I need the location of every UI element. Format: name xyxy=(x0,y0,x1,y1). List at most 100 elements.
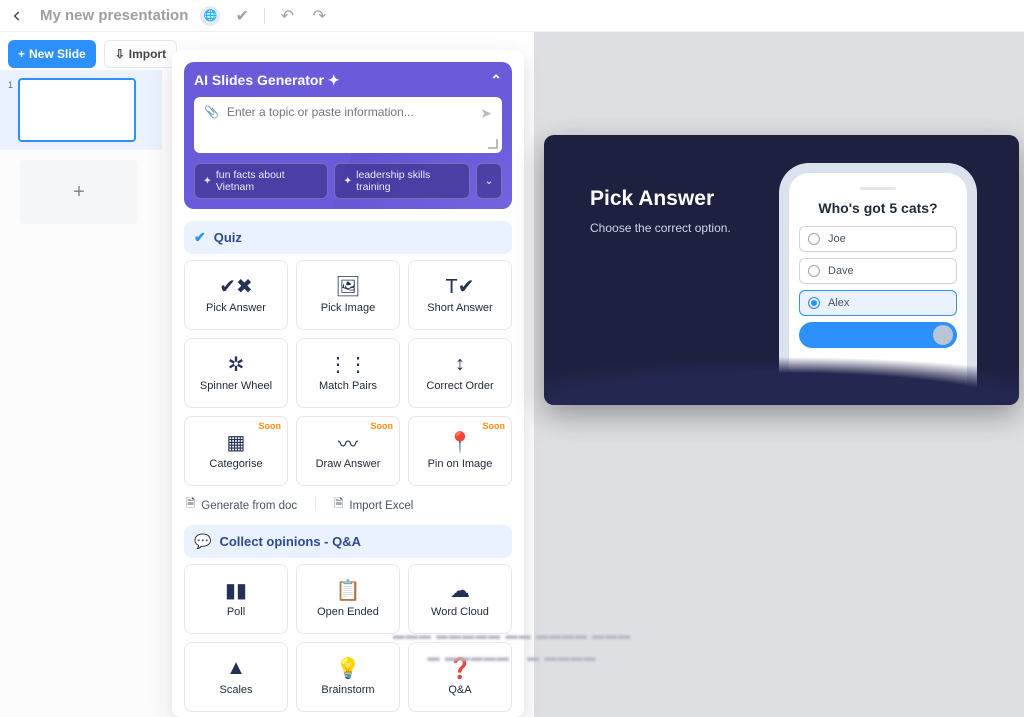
preview-subtitle: Choose the correct option. xyxy=(590,221,731,235)
type-label: Short Answer xyxy=(427,302,492,314)
ai-textbox[interactable]: 📎 ➤ xyxy=(194,97,502,153)
slide-toolbar: + New Slide ⇩ Import xyxy=(8,40,177,68)
plus-icon: + xyxy=(18,47,25,61)
option-joe[interactable]: Joe xyxy=(799,226,957,252)
slide-type-match-pairs[interactable]: ⋮⋮Match Pairs xyxy=(296,338,400,408)
type-icon: ▲ xyxy=(226,658,246,678)
topbar: My new presentation 🌐 ✔ ↶ ↷ xyxy=(0,0,1024,32)
ai-suggestion-chips: ✦fun facts about Vietnam ✦leadership ski… xyxy=(194,163,502,199)
section-label: Collect opinions - Q&A xyxy=(219,534,361,549)
type-label: Spinner Wheel xyxy=(200,380,272,392)
slide-type-spinner-wheel[interactable]: ✲ Spinner Wheel xyxy=(184,338,288,408)
slide-type-short-answer[interactable]: T✔Short Answer xyxy=(408,260,512,330)
new-slide-label: New Slide xyxy=(29,47,86,61)
slider-knob[interactable] xyxy=(933,325,953,345)
slide-type-pick-image[interactable]: 🖼 Pick Image xyxy=(296,260,400,330)
type-label: Open Ended xyxy=(317,606,379,618)
type-label: Pick Image xyxy=(321,302,375,314)
submit-slider[interactable] xyxy=(799,322,957,348)
import-label: Import xyxy=(129,47,166,61)
type-icon: ⋮⋮ xyxy=(328,354,368,374)
slide-type-scales[interactable]: ▲Scales xyxy=(184,642,288,712)
type-icon: ☁ xyxy=(450,580,470,600)
doc-icon: 🗎 xyxy=(186,496,195,515)
option-label: Alex xyxy=(828,297,849,309)
resize-handle[interactable] xyxy=(488,139,498,149)
slide-preview: Pick Answer Choose the correct option. W… xyxy=(544,135,1019,405)
option-label: Dave xyxy=(828,265,854,277)
type-icon: 〰 xyxy=(338,432,358,452)
import-icon: ⇩ xyxy=(115,47,125,61)
slide-type-pick-answer[interactable]: ✔✖ Pick Answer xyxy=(184,260,288,330)
slide-type-pin-on-image[interactable]: Soon 📍 Pin on Image xyxy=(408,416,512,486)
preview-question: Who's got 5 cats? xyxy=(799,200,957,216)
chat-icon: 💬 xyxy=(194,533,211,550)
generate-from-doc[interactable]: 🗎Generate from doc xyxy=(186,496,297,515)
redo-icon[interactable]: ↷ xyxy=(309,6,329,26)
slide-type-brainstorm[interactable]: 💡 Brainstorm xyxy=(296,642,400,712)
slide-type-correct-order[interactable]: ↕Correct Order xyxy=(408,338,512,408)
type-icon: ↕ xyxy=(455,354,465,374)
paperclip-icon[interactable]: 📎 xyxy=(204,105,219,119)
slide-type-word-cloud[interactable]: ☁ Word Cloud xyxy=(408,564,512,634)
excel-icon: 🗎 xyxy=(334,496,343,515)
slide-type-draw-answer[interactable]: Soon〰Draw Answer xyxy=(296,416,400,486)
type-icon: ✲ xyxy=(228,354,245,374)
type-icon: 🖼 xyxy=(335,276,360,296)
import-excel[interactable]: 🗎Import Excel xyxy=(334,496,413,515)
new-slide-button[interactable]: + New Slide xyxy=(8,40,96,68)
blurred-footer-text: ▬▬▬ ▬▬▬▬▬ ▬▬ ▬▬▬▬ ▬▬▬ xyxy=(393,628,631,642)
ai-chip[interactable]: ✦leadership skills training xyxy=(334,163,470,199)
slide-type-open-ended[interactable]: 📋 Open Ended xyxy=(296,564,400,634)
ai-chip-more[interactable]: ⌄ xyxy=(476,163,502,199)
presentation-title[interactable]: My new presentation xyxy=(40,7,188,24)
type-icon: 📍 xyxy=(448,432,473,452)
slide-thumb-1[interactable]: 1 xyxy=(8,78,154,142)
type-label: Brainstorm xyxy=(321,684,374,696)
chevron-down-icon: ⌄ xyxy=(485,175,494,187)
type-icon: ▮▮ xyxy=(225,580,247,600)
type-label: Pick Answer xyxy=(206,302,266,314)
section-label: Quiz xyxy=(214,230,242,245)
quiz-icon: ✔ xyxy=(194,229,206,246)
soon-badge: Soon xyxy=(259,421,282,431)
undo-icon[interactable]: ↶ xyxy=(277,6,297,26)
saved-check-icon: ✔ xyxy=(232,6,252,26)
type-label: Categorise xyxy=(209,458,262,470)
option-dave[interactable]: Dave xyxy=(799,258,957,284)
soon-badge: Soon xyxy=(483,421,506,431)
ai-chip[interactable]: ✦fun facts about Vietnam xyxy=(194,163,328,199)
option-alex[interactable]: Alex xyxy=(799,290,957,316)
slide-type-panel: AI Slides Generator ✦ ⌃ 📎 ➤ ✦fun facts a… xyxy=(172,50,524,717)
slide-type-poll[interactable]: ▮▮Poll xyxy=(184,564,288,634)
slide-rail: 1 + xyxy=(0,70,162,717)
phone-notch xyxy=(860,187,896,190)
plus-icon: + xyxy=(73,181,85,204)
preview-title: Pick Answer xyxy=(590,187,731,211)
type-icon: ✔✖ xyxy=(219,276,253,296)
type-icon: 📋 xyxy=(336,580,361,600)
type-label: Draw Answer xyxy=(316,458,381,470)
collapse-icon[interactable]: ⌃ xyxy=(490,72,502,89)
send-icon[interactable]: ➤ xyxy=(480,105,492,122)
type-icon: 💡 xyxy=(336,658,361,678)
type-label: Pin on Image xyxy=(428,458,493,470)
radio-icon xyxy=(808,265,820,277)
type-label: Word Cloud xyxy=(431,606,489,618)
add-slide-card[interactable]: + xyxy=(20,160,138,224)
type-label: Q&A xyxy=(448,684,471,696)
separator xyxy=(315,496,316,510)
type-icon: ▦ xyxy=(227,432,246,452)
slide-type-categorise[interactable]: Soon ▦ Categorise xyxy=(184,416,288,486)
thumb-number: 1 xyxy=(8,78,14,142)
import-button[interactable]: ⇩ Import xyxy=(104,40,177,68)
thumb-preview xyxy=(18,78,136,142)
radio-icon xyxy=(808,233,820,245)
ai-input[interactable] xyxy=(227,105,472,119)
back-icon[interactable] xyxy=(10,7,28,25)
globe-icon[interactable]: 🌐 xyxy=(200,6,220,26)
slide-strip: 1 xyxy=(0,70,162,150)
section-collect-head: 💬 Collect opinions - Q&A xyxy=(184,525,512,558)
phone-frame: Who's got 5 cats? Joe Dave Alex xyxy=(789,173,967,405)
quiz-grid: ✔✖ Pick Answer 🖼 Pick Image T✔Short Answer ✲ S… xyxy=(184,260,512,486)
